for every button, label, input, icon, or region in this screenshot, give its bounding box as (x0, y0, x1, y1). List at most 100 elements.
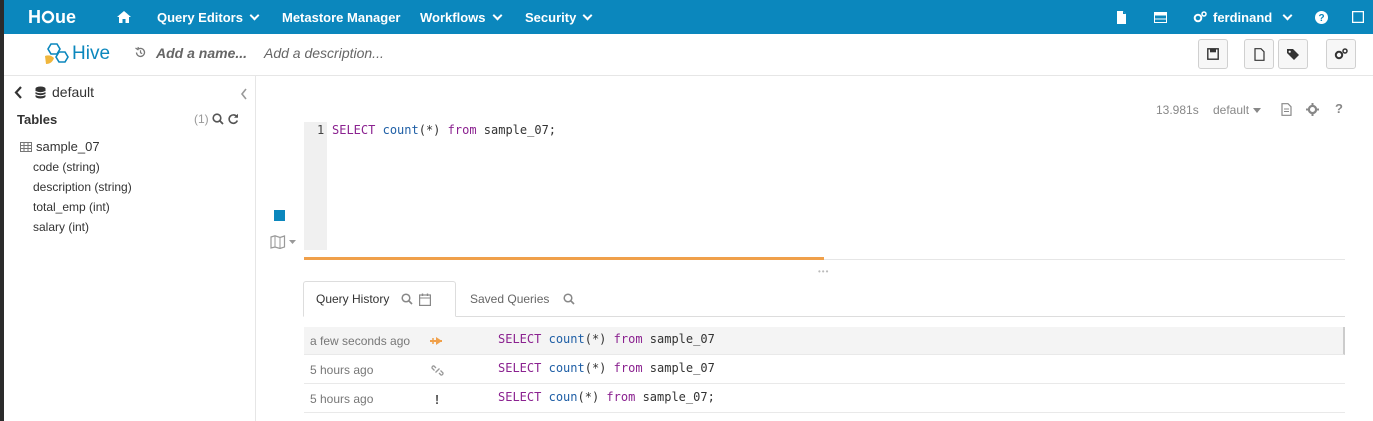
refresh-icon[interactable] (227, 113, 239, 125)
chevron-down-icon (582, 10, 593, 20)
sql-table: sample_07 (649, 332, 715, 346)
checkbox-icon (1352, 11, 1364, 23)
search-icon[interactable] (212, 113, 224, 125)
sql-keyword: from (606, 390, 636, 404)
editor-header: Hive Add a name... Add a description... (4, 34, 1373, 76)
metastore-label: Metastore Manager (282, 9, 401, 25)
assist-panel: default Tables (1) sample_07 code (strin… (4, 76, 256, 421)
sql-function: coun (548, 390, 578, 404)
chevron-down-icon (1282, 10, 1293, 20)
sql-keyword: SELECT (498, 332, 542, 346)
tab-query-history[interactable]: Query History (303, 281, 456, 317)
table-icon (20, 141, 32, 152)
sql-keyword: from (613, 361, 643, 375)
history-icon[interactable] (134, 46, 147, 59)
svg-text:ue: ue (55, 7, 76, 27)
query-name-field[interactable]: Add a name... (156, 45, 247, 61)
search-icon[interactable] (401, 293, 413, 305)
database-icon (35, 86, 46, 98)
sql-keyword: SELECT (498, 361, 542, 375)
progress-bar (304, 257, 824, 260)
tables-heading: Tables (17, 112, 58, 127)
editor-gutter (304, 122, 327, 250)
sql-keyword: from (447, 123, 477, 137)
sql-args: (*) (418, 123, 441, 137)
error-icon: ! (434, 391, 440, 407)
username: ferdinand (1213, 9, 1273, 25)
column-item[interactable]: code (string) (33, 160, 100, 174)
workflows-menu[interactable]: Workflows (420, 0, 502, 34)
hue-logo[interactable]: H ue (28, 7, 84, 27)
svg-text:?: ? (1318, 13, 1324, 24)
database-dropdown[interactable]: default (1213, 103, 1262, 117)
query-editors-label: Query Editors (157, 9, 243, 25)
sql-args: (*) (584, 361, 607, 375)
tables-button[interactable] (1154, 0, 1167, 34)
new-document-button[interactable] (1244, 39, 1274, 69)
sql-table: sample_07; (642, 390, 715, 404)
stop-button[interactable] (274, 210, 285, 221)
tab-saved-queries[interactable]: Saved Queries (470, 281, 575, 317)
sql-keyword: from (613, 332, 643, 346)
table-item[interactable]: sample_07 (20, 139, 100, 154)
top-navbar: H ue Query Editors Metastore Manager Wor… (4, 0, 1373, 34)
home-button[interactable] (116, 0, 132, 34)
tags-icon (1286, 48, 1299, 60)
history-row[interactable]: 5 hours ago ! SELECT coun(*) from sample… (304, 385, 1345, 413)
jobs-button[interactable] (1352, 0, 1364, 34)
gears-icon (1193, 11, 1207, 23)
sql-table: sample_07; (483, 123, 557, 137)
progress-track (824, 259, 1345, 260)
tags-button[interactable] (1278, 39, 1308, 69)
sql-keyword: SELECT (498, 390, 542, 404)
chevron-down-icon (249, 10, 260, 20)
query-editors-menu[interactable]: Query Editors (157, 0, 260, 34)
tab-query-history-label: Query History (316, 292, 390, 306)
workflows-label: Workflows (420, 9, 486, 25)
settings-icon (1334, 48, 1348, 60)
sql-args: (*) (577, 390, 600, 404)
tabs-divider (304, 316, 1345, 317)
sql-function: count (548, 361, 585, 375)
database-selector[interactable]: default (14, 84, 94, 100)
sql-keyword: SELECT (332, 123, 376, 137)
code-editor[interactable]: SELECT count(*) from sample_07; (332, 123, 556, 137)
query-description-field[interactable]: Add a description... (264, 45, 384, 61)
resize-handle[interactable]: ••• (818, 267, 829, 276)
history-query: SELECT count(*) from sample_07 (498, 332, 715, 346)
documents-button[interactable] (1116, 0, 1127, 34)
security-menu[interactable]: Security (525, 0, 593, 34)
help-button[interactable]: ? (1315, 0, 1328, 34)
help-icon[interactable]: ? (1335, 101, 1343, 116)
running-icon (430, 334, 444, 348)
column-item[interactable]: salary (int) (33, 220, 89, 234)
save-button[interactable] (1198, 39, 1228, 69)
column-item[interactable]: total_emp (int) (33, 200, 110, 214)
link-icon (430, 363, 444, 377)
hive-logo-icon (45, 43, 69, 64)
column-item[interactable]: description (string) (33, 180, 132, 194)
history-row[interactable]: 5 hours ago SELECT count(*) from sample_… (304, 356, 1345, 384)
sql-function: count (382, 123, 419, 137)
map-icon[interactable] (270, 235, 298, 249)
chevron-left-icon[interactable] (14, 85, 23, 99)
document-icon[interactable] (1281, 103, 1292, 116)
save-icon (1207, 48, 1219, 60)
security-label: Security (525, 9, 577, 25)
tables-count-group: (1) (194, 112, 239, 126)
home-icon (117, 11, 131, 23)
search-icon[interactable] (563, 293, 575, 305)
metastore-manager-link[interactable]: Metastore Manager (282, 0, 400, 34)
table-icon (1154, 11, 1167, 23)
table-name: sample_07 (36, 139, 100, 154)
tab-saved-queries-label: Saved Queries (470, 292, 550, 306)
history-row[interactable]: a few seconds ago SELECT count(*) from s… (304, 327, 1345, 355)
calendar-icon[interactable] (419, 293, 432, 306)
settings-button[interactable] (1326, 39, 1356, 69)
user-menu[interactable]: ferdinand (1193, 0, 1293, 34)
gear-icon[interactable] (1306, 103, 1319, 116)
execution-time: 13.981s (1156, 103, 1199, 117)
caret-down-icon (1253, 107, 1262, 113)
sql-function: count (548, 332, 585, 346)
collapse-panel-icon[interactable] (240, 88, 248, 100)
